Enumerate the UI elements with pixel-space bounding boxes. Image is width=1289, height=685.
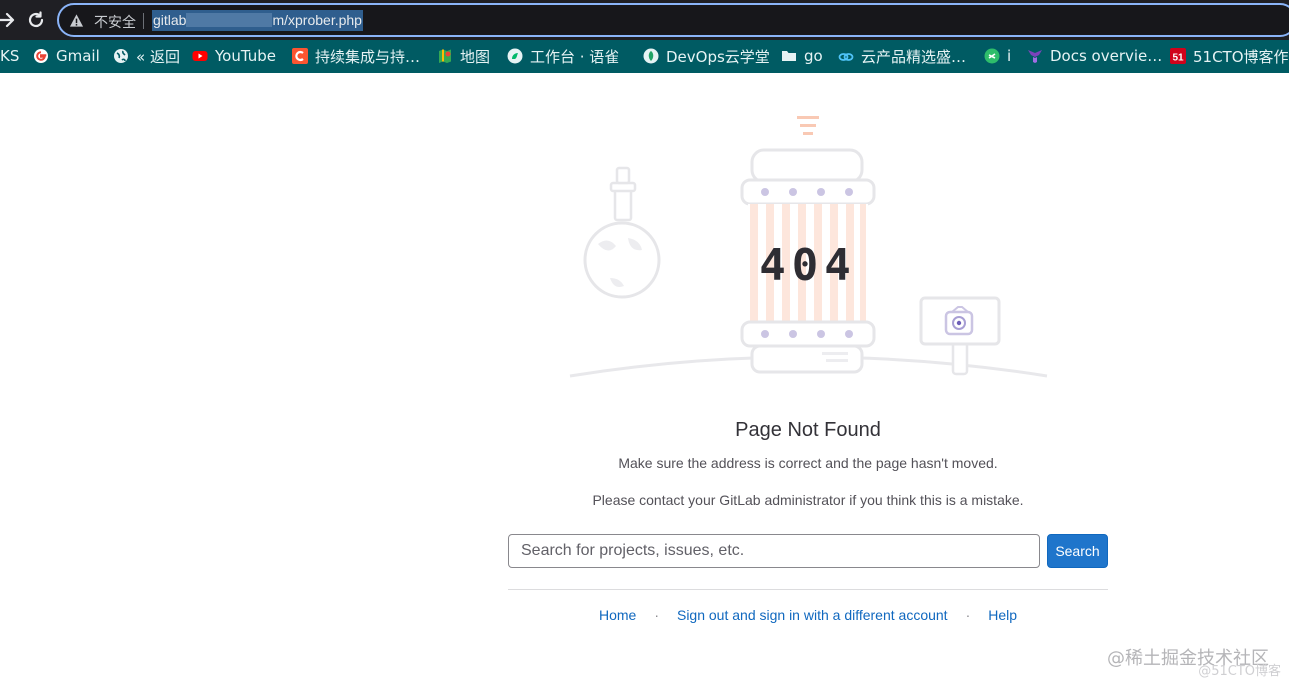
youtube-icon	[192, 51, 208, 61]
bookmark-51cto[interactable]: 51 51CTO博客作…	[1170, 46, 1289, 66]
help-link[interactable]: Help	[988, 607, 1017, 623]
error-message-address: Make sure the address is correct and the…	[618, 455, 998, 471]
search-button[interactable]: Search	[1047, 534, 1108, 568]
bookmark-maps[interactable]: 地图	[437, 46, 490, 66]
bookmark-label: KS	[0, 47, 20, 65]
yuque-icon	[507, 48, 523, 64]
maps-icon	[439, 49, 451, 63]
warning-icon[interactable]	[69, 13, 84, 28]
url-suffix: m/xprober.php	[272, 12, 362, 28]
url-prefix: gitlab	[153, 12, 187, 28]
footer-separator: ·	[654, 607, 659, 623]
bookmark-devops[interactable]: DevOps云学堂	[643, 46, 770, 66]
bookmark-ks[interactable]: KS	[0, 46, 19, 66]
watermark-51cto: @51CTO博客	[1198, 664, 1281, 679]
omnibox-separator	[143, 13, 144, 29]
bookmark-go[interactable]: go	[781, 46, 823, 66]
bookmark-i[interactable]: i	[984, 46, 1011, 66]
docs-icon	[1028, 50, 1042, 63]
page-title: Page Not Found	[735, 419, 881, 441]
bookmark-label: i	[1007, 47, 1012, 65]
url-redaction	[186, 13, 273, 27]
bookmark-gmail[interactable]: Gmail	[33, 46, 100, 66]
bookmark-label: DevOps云学堂	[666, 47, 770, 66]
bookmark-label: 工作台 · 语雀	[530, 47, 620, 66]
bookmark-cloud[interactable]: 云产品精选盛…	[838, 46, 966, 66]
planet-icon	[583, 166, 661, 299]
home-link[interactable]: Home	[599, 607, 636, 623]
bookmark-label: 云产品精选盛…	[861, 47, 967, 66]
bookmark-label: YouTube	[215, 47, 276, 65]
csdn-icon	[292, 48, 308, 64]
cloud-icon	[838, 53, 854, 61]
i-icon	[984, 48, 1000, 64]
bookmark-docs[interactable]: Docs overvie…	[1027, 46, 1162, 66]
footer-divider	[508, 589, 1108, 590]
bookmark-back[interactable]: « 返回	[113, 46, 180, 66]
bookmark-youtube[interactable]: YouTube	[192, 46, 276, 66]
bookmark-label: go	[804, 47, 823, 65]
bookmark-yuque[interactable]: 工作台 · 语雀	[507, 46, 619, 66]
folder-icon	[782, 51, 796, 61]
bookmark-label: 51CTO博客作…	[1193, 47, 1289, 66]
error-404-illustration: 404	[569, 116, 1048, 378]
url-text[interactable]: gitlab m/xprober.php	[152, 10, 363, 31]
bookmarks-bar: KS Gmail « 返回 YouTube 持续集成与持… 地图 工作台 · 语…	[0, 40, 1289, 73]
reload-icon[interactable]	[25, 9, 47, 31]
svg-text:51: 51	[1172, 53, 1184, 64]
footer-links: Home · Sign out and sign in with a diffe…	[508, 607, 1108, 623]
devops-icon	[643, 48, 659, 64]
bookmark-label: 持续集成与持…	[315, 47, 421, 66]
globe-icon	[114, 49, 128, 63]
51cto-icon: 51	[1170, 48, 1186, 64]
browser-toolbar: 不安全 gitlab m/xprober.php	[0, 0, 1289, 40]
sign-out-link[interactable]: Sign out and sign in with a different ac…	[677, 607, 948, 623]
forward-icon[interactable]	[0, 9, 18, 31]
insecure-label[interactable]: 不安全	[94, 12, 136, 32]
bookmark-label: Docs overvie…	[1050, 47, 1163, 65]
bookmark-label: « 返回	[136, 47, 180, 66]
footer-separator: ·	[965, 607, 971, 623]
google-icon	[34, 49, 48, 63]
error-code: 404	[759, 240, 856, 291]
bookmark-label: Gmail	[56, 47, 100, 65]
error-message-contact: Please contact your GitLab administrator…	[592, 492, 1024, 508]
bookmark-label: 地图	[460, 47, 491, 66]
bookmark-csdn[interactable]: 持续集成与持…	[292, 46, 420, 66]
address-bar[interactable]: 不安全 gitlab m/xprober.php	[57, 3, 1289, 37]
search-input[interactable]	[508, 534, 1040, 568]
